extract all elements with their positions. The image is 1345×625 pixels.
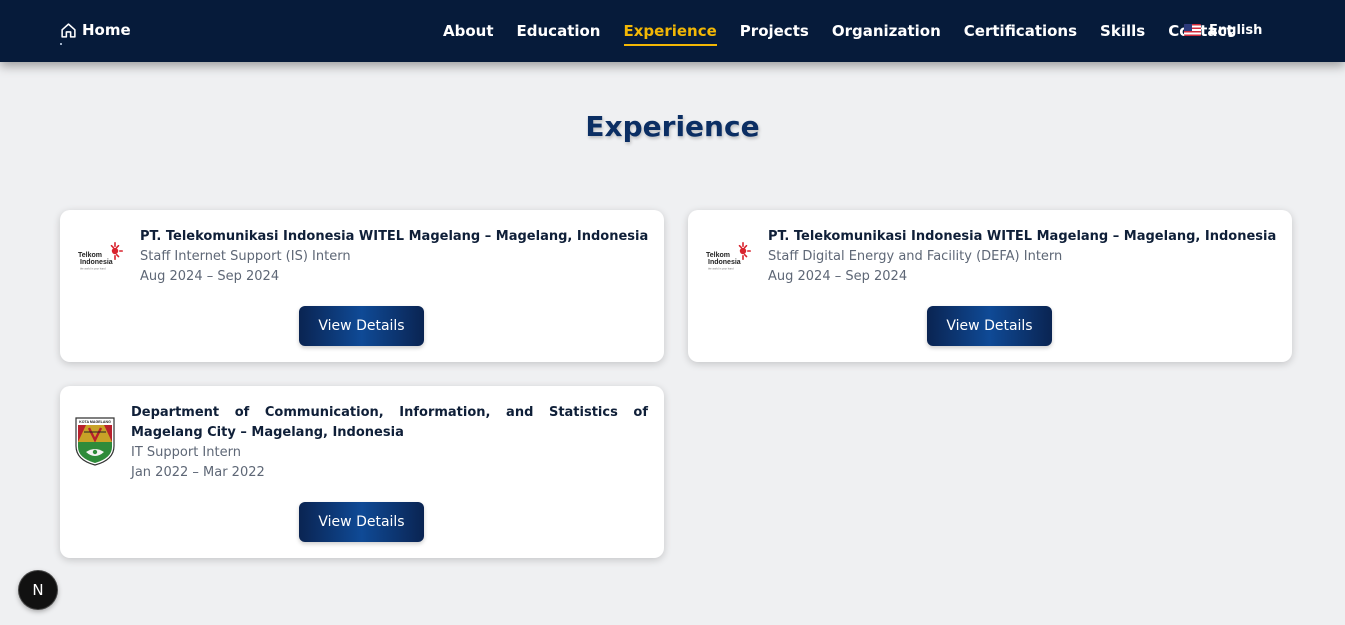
job-role: Staff Digital Energy and Facility (DEFA)… (768, 249, 1063, 264)
telkom-indonesia-logo: Telkom Indonesia the world in your hand (706, 242, 751, 271)
us-flag-icon (1184, 24, 1201, 36)
fab-label: N (32, 581, 44, 599)
experience-card: KOTA MAGELANG Department of Communicatio… (60, 386, 664, 558)
svg-text:Telkom: Telkom (706, 252, 730, 259)
nav-experience[interactable]: Experience (623, 20, 718, 46)
nav-links: About Education Experience Projects Orga… (443, 19, 1257, 46)
experience-card: Telkom Indonesia the world in your hand … (60, 210, 664, 362)
nav-about[interactable]: About (443, 20, 494, 42)
nav-education[interactable]: Education (517, 20, 601, 42)
company-name: PT. Telekomunikasi Indonesia WITEL Magel… (140, 229, 649, 244)
home-label: Home (82, 21, 131, 39)
language-selector[interactable]: English (1184, 20, 1262, 40)
nextjs-dev-indicator-button[interactable]: N (19, 571, 57, 609)
svg-text:KOTA MAGELANG: KOTA MAGELANG (79, 420, 111, 424)
nav-skills[interactable]: Skills (1100, 20, 1145, 42)
telkom-indonesia-logo: Telkom Indonesia the world in your hand (78, 242, 123, 271)
job-dates: Aug 2024 – Sep 2024 (768, 269, 908, 284)
job-role: IT Support Intern (131, 445, 241, 460)
view-details-button[interactable]: View Details (927, 306, 1052, 346)
nav-organization[interactable]: Organization (832, 20, 941, 42)
language-label: English (1209, 22, 1263, 38)
company-name: Department of Communication, Information… (131, 405, 648, 440)
kota-magelang-logo: KOTA MAGELANG (75, 417, 115, 466)
job-role: Staff Internet Support (IS) Intern (140, 249, 351, 264)
nav-certifications[interactable]: Certifications (964, 20, 1077, 42)
navbar: Home About Education Experience Projects… (0, 0, 1345, 62)
page-title: Experience (585, 110, 760, 143)
job-dates: Aug 2024 – Sep 2024 (140, 269, 280, 284)
nav-projects[interactable]: Projects (740, 20, 809, 42)
svg-text:the world in your hand: the world in your hand (80, 267, 106, 271)
experience-card: Telkom Indonesia the world in your hand … (688, 210, 1292, 362)
home-indicator (60, 43, 62, 45)
job-dates: Jan 2022 – Mar 2022 (131, 465, 265, 480)
home-link[interactable]: Home (60, 19, 131, 41)
svg-text:Indonesia: Indonesia (708, 259, 741, 266)
svg-text:the world in your hand: the world in your hand (708, 267, 734, 271)
svg-text:Indonesia: Indonesia (80, 259, 113, 266)
home-icon (61, 22, 76, 38)
view-details-button[interactable]: View Details (299, 502, 424, 542)
svg-text:Telkom: Telkom (78, 252, 102, 259)
company-name: PT. Telekomunikasi Indonesia WITEL Magel… (768, 229, 1277, 244)
view-details-button[interactable]: View Details (299, 306, 424, 346)
